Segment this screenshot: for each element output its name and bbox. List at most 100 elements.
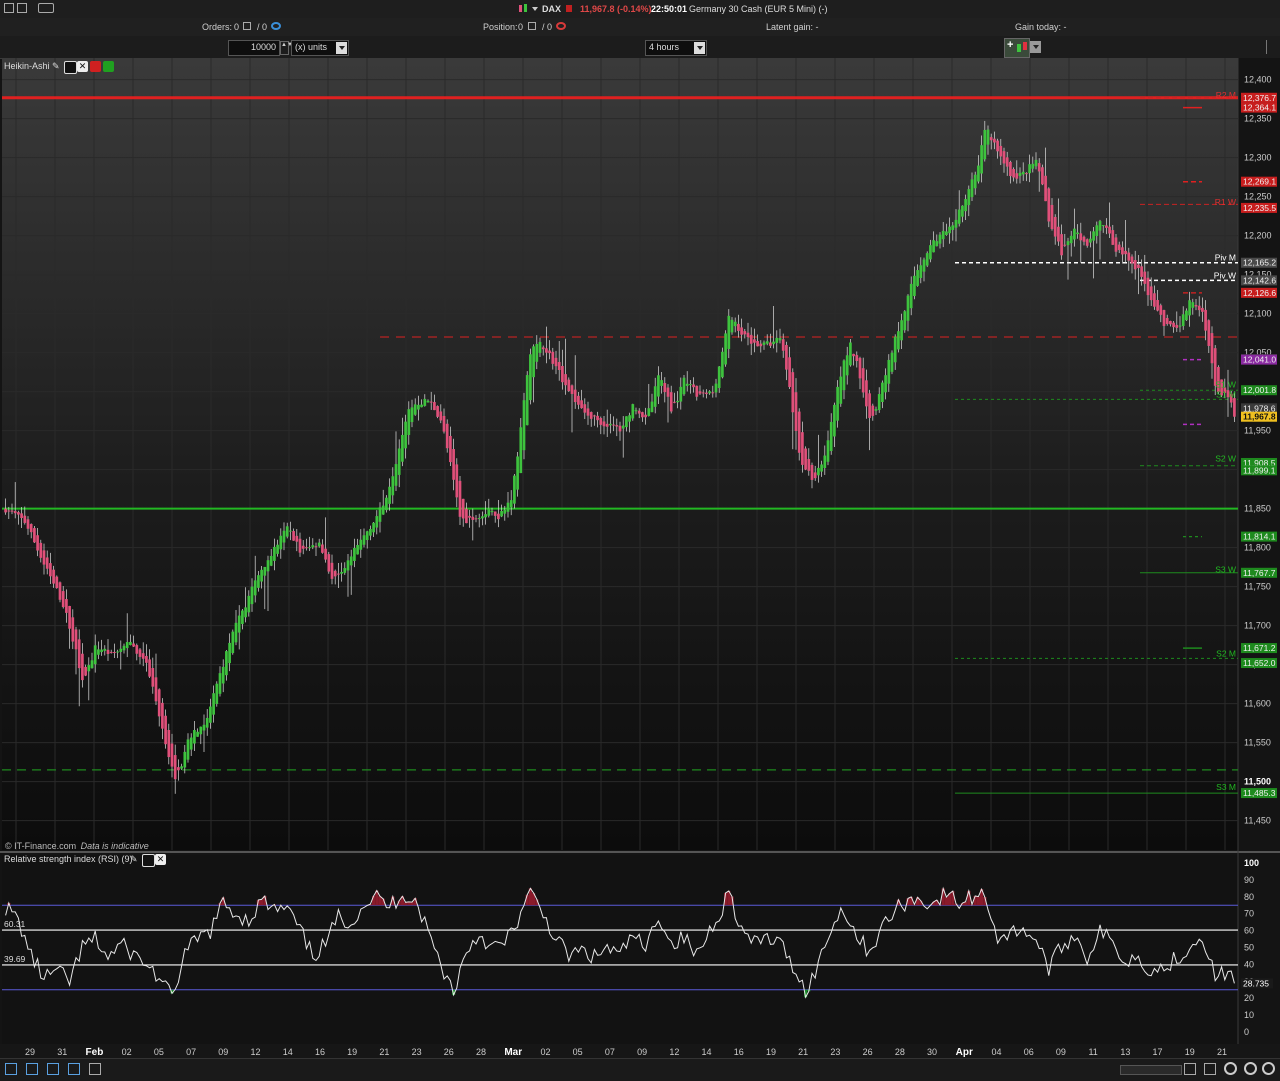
candle-body: [423, 399, 426, 406]
candle-body: [1182, 314, 1185, 326]
wrench-icon[interactable]: ✎: [52, 61, 60, 72]
candles-icon[interactable]: [518, 3, 528, 14]
candle-body: [283, 531, 286, 543]
zoom-out-icon[interactable]: [1224, 1062, 1237, 1075]
chevron-down-icon[interactable]: [336, 42, 347, 54]
time-tick-label: 12: [251, 1047, 261, 1057]
timeframe-select[interactable]: 4 hours: [645, 40, 707, 56]
candle-body: [699, 391, 702, 393]
trade-tools-button[interactable]: +: [1004, 38, 1030, 58]
scrollbar[interactable]: [1120, 1065, 1182, 1075]
hand-icon[interactable]: [1204, 1063, 1216, 1075]
candle-body: [1022, 172, 1025, 175]
candle-body: [119, 649, 122, 652]
candle-body: [1121, 247, 1124, 254]
maximize-icon[interactable]: [64, 61, 77, 74]
keyboard-icon[interactable]: [38, 3, 54, 13]
candle-body: [801, 432, 804, 465]
crosshair-icon[interactable]: [26, 1063, 38, 1075]
orders-dropdown-icon[interactable]: [243, 22, 251, 30]
candle-body: [567, 380, 570, 391]
candle-body: [238, 616, 241, 633]
instrument-name[interactable]: DAX: [542, 4, 561, 14]
candle-body: [276, 545, 279, 554]
nav-right-icon[interactable]: [1184, 1063, 1196, 1075]
down-arrow-icon: [566, 5, 572, 12]
candle-body: [52, 570, 55, 584]
candle-body: [622, 426, 625, 429]
candle-body: [190, 738, 193, 750]
time-tick-label: 05: [154, 1047, 164, 1057]
candle-body: [871, 406, 874, 416]
candle-body: [804, 449, 807, 470]
wrench-icon[interactable]: ✎: [130, 854, 138, 865]
candle-body: [1118, 245, 1121, 250]
candle-body: [270, 556, 273, 566]
orders-link-icon[interactable]: [271, 22, 281, 30]
candle-body: [161, 703, 164, 729]
restore-icon[interactable]: [17, 3, 27, 13]
tools-dropdown-icon[interactable]: [1030, 41, 1041, 53]
candle-body: [299, 539, 302, 553]
candle-body: [884, 375, 887, 392]
chart-canvas[interactable]: 12,40012,35012,30012,25012,20012,15012,1…: [0, 58, 1280, 1080]
chevron-down-icon[interactable]: [694, 42, 705, 54]
line-tool-icon[interactable]: [47, 1063, 59, 1075]
side-scroll-icon[interactable]: [1266, 40, 1277, 54]
window-icon[interactable]: [4, 3, 14, 13]
price-marker-label: 12,269.1: [1243, 177, 1276, 187]
candle-body: [334, 571, 337, 577]
color-red-icon[interactable]: [90, 61, 101, 72]
time-tick-label: 16: [734, 1047, 744, 1057]
rsi-overbought-fill: [410, 902, 413, 905]
candle-body: [1169, 321, 1172, 324]
level-label: S1 M: [1216, 390, 1236, 400]
drawing-tool-icon[interactable]: [5, 1063, 17, 1075]
candle-body: [692, 384, 695, 387]
rsi-tick-label: 40: [1244, 959, 1254, 969]
instrument-dropdown-icon[interactable]: [532, 7, 538, 11]
price-tick-label: 11,850: [1244, 504, 1271, 514]
candle-body: [23, 516, 26, 523]
candle-body: [535, 344, 538, 362]
cursor-icon[interactable]: [68, 1063, 80, 1075]
nav-left-icon[interactable]: [89, 1063, 101, 1075]
time-tick-label: Feb: [86, 1047, 104, 1058]
candle-body: [894, 337, 897, 363]
time-tick-label: 11: [1088, 1047, 1097, 1057]
candle-body: [878, 394, 881, 410]
candle-body: [1127, 253, 1130, 261]
candle-body: [455, 464, 458, 497]
units-select[interactable]: (x) units: [291, 40, 349, 56]
candle-body: [1051, 205, 1054, 229]
candle-body: [843, 360, 846, 390]
price-marker-label: 12,364.1: [1243, 103, 1276, 113]
gain-today: Gain today: -: [1015, 22, 1067, 32]
quantity-input[interactable]: 10000: [228, 40, 280, 56]
price-tick-label: 12,100: [1244, 309, 1272, 319]
zoom-fit-icon[interactable]: [1262, 1062, 1275, 1075]
candle-body: [887, 360, 890, 384]
candle-body: [359, 540, 362, 550]
position-link-icon[interactable]: [556, 22, 566, 30]
candle-body: [747, 333, 750, 337]
candle-body: [33, 528, 36, 542]
candle-body: [612, 425, 615, 426]
quantity-stepper[interactable]: ▲▼: [280, 41, 289, 55]
candle-body: [737, 324, 740, 331]
rsi-title[interactable]: Relative strength index (RSI) (9): [4, 854, 133, 864]
color-green-icon[interactable]: [103, 61, 114, 72]
indicator-name[interactable]: Heikin-Ashi: [4, 61, 50, 71]
candle-body: [84, 667, 87, 676]
candle-body: [327, 554, 330, 571]
close-icon[interactable]: ✕: [77, 61, 88, 72]
candle-body: [411, 407, 414, 422]
close-icon[interactable]: ✕: [155, 854, 166, 865]
candle-body: [759, 344, 762, 347]
zoom-in-icon[interactable]: [1244, 1062, 1257, 1075]
candle-body: [830, 422, 833, 451]
maximize-icon[interactable]: [142, 854, 155, 867]
candle-body: [820, 464, 823, 471]
candle-body: [577, 396, 580, 405]
position-dropdown-icon[interactable]: [528, 22, 536, 30]
